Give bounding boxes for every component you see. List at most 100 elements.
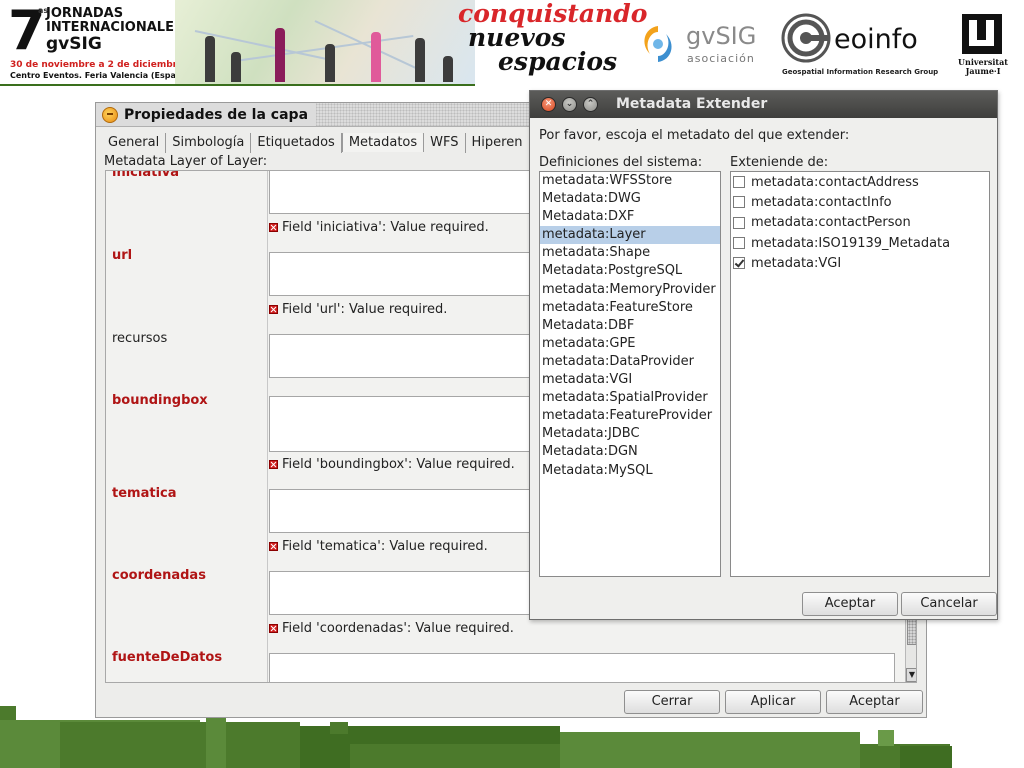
tab-metadatos[interactable]: Metadatos <box>341 133 425 152</box>
system-item-memoryprovider[interactable]: metadata:MemoryProvider <box>540 281 720 299</box>
accept-button[interactable]: Aceptar <box>826 690 923 714</box>
scrollbar-thumb[interactable] <box>907 619 916 645</box>
system-item-gpe[interactable]: metadata:GPE <box>540 335 720 353</box>
metadata-extender-dialog: ✕ ⌄ ⌃ Metadata Extender Por favor, escoj… <box>529 90 998 620</box>
system-item-featurestore[interactable]: metadata:FeatureStore <box>540 299 720 317</box>
tab-general[interactable]: General <box>102 133 167 153</box>
checkbox[interactable] <box>733 196 745 209</box>
metadata-caption: Metadata Layer of Layer: <box>104 154 268 169</box>
gvsig-swirl-icon <box>644 26 672 62</box>
banner-rule <box>0 84 475 86</box>
close-icon[interactable]: ✕ <box>541 97 556 112</box>
dialog-title: Metadata Extender <box>616 96 768 112</box>
error-icon <box>269 223 278 232</box>
uji-logo-line2: Jaume·I <box>965 66 1001 76</box>
field-error-url: Field 'url': Value required. <box>269 302 447 317</box>
checkbox-checked[interactable] <box>733 257 745 270</box>
error-icon <box>269 460 278 469</box>
conference-title-line3: gvSIG <box>46 34 102 54</box>
properties-tabs: General Simbología Etiquetados Metadatos… <box>102 133 532 153</box>
field-label-recursos: recursos <box>112 331 168 346</box>
system-item-dataprovider[interactable]: metadata:DataProvider <box>540 353 720 371</box>
conference-title-line1: JORNADAS <box>46 6 124 21</box>
properties-title: Propiedades de la capa <box>124 106 309 123</box>
geoinfo-logo-sub: Geospatial Information Research Group <box>782 68 939 76</box>
system-item-postgresql[interactable]: Metadata:PostgreSQL <box>540 262 720 280</box>
system-item-vgi[interactable]: metadata:VGI <box>540 371 720 389</box>
field-label-coordenadas: coordenadas <box>112 568 206 583</box>
maximize-icon[interactable]: ⌃ <box>583 97 598 112</box>
error-icon <box>269 305 278 314</box>
field-error-coordenadas-text: Field 'coordenadas': Value required. <box>282 621 514 636</box>
system-item-wfsstore[interactable]: metadata:WFSStore <box>540 172 720 190</box>
tab-wfs[interactable]: WFS <box>424 133 466 153</box>
conference-banner: 7 as JORNADAS INTERNACIONALES gvSIG 30 d… <box>0 0 1024 86</box>
system-item-jdbc[interactable]: Metadata:JDBC <box>540 425 720 443</box>
gvsig-logo-sub: asociación <box>687 52 755 65</box>
field-label-boundingbox: boundingbox <box>112 393 208 408</box>
field-error-boundingbox-text: Field 'boundingbox': Value required. <box>282 457 515 472</box>
extend-item-label: metadata:ISO19139_Metadata <box>751 235 951 251</box>
app-icon <box>102 106 118 123</box>
field-label-url: url <box>112 248 133 263</box>
system-item-layer[interactable]: metadata:Layer <box>540 226 720 245</box>
dialog-titlebar[interactable]: ✕ ⌄ ⌃ Metadata Extender <box>530 91 997 118</box>
cancel-button[interactable]: Cancelar <box>901 592 997 616</box>
geoinfo-g-icon <box>781 13 831 63</box>
system-definitions-list[interactable]: metadata:WFSStore Metadata:DWG Metadata:… <box>539 171 721 577</box>
apply-button[interactable]: Aplicar <box>725 690 821 714</box>
field-error-iniciativa-text: Field 'iniciativa': Value required. <box>282 220 489 235</box>
minimize-icon[interactable]: ⌄ <box>562 97 577 112</box>
dialog-prompt: Por favor, escoja el metadato del que ex… <box>539 128 850 143</box>
system-item-dwg[interactable]: Metadata:DWG <box>540 190 720 208</box>
conference-title: JORNADAS INTERNACIONALES gvSIG <box>46 7 183 54</box>
uji-logo-text: Universitat Jaume·I <box>950 58 1016 76</box>
system-definitions-label: Definiciones del sistema: <box>539 155 703 170</box>
tab-hiperenlace[interactable]: Hiperen <box>466 133 529 153</box>
field-label-iniciativa: iniciativa <box>112 170 180 180</box>
conference-title-line2: INTERNACIONALES <box>46 20 184 35</box>
error-icon <box>269 624 278 633</box>
extend-item-vgi[interactable]: metadata:VGI <box>731 253 989 273</box>
accept-button[interactable]: Aceptar <box>802 592 898 616</box>
system-item-spatialprovider[interactable]: metadata:SpatialProvider <box>540 389 720 407</box>
scroll-down-arrow-icon[interactable]: ▼ <box>906 668 916 682</box>
extend-item-contactinfo[interactable]: metadata:contactInfo <box>731 192 989 212</box>
system-item-dgn[interactable]: Metadata:DGN <box>540 443 720 461</box>
extend-item-label: metadata:contactPerson <box>751 215 911 231</box>
field-error-iniciativa: Field 'iniciativa': Value required. <box>269 220 489 235</box>
system-item-featureprovider[interactable]: metadata:FeatureProvider <box>540 407 720 425</box>
banner-slogan: conquistando nuevos espacios <box>458 1 647 74</box>
extend-item-contactperson[interactable]: metadata:contactPerson <box>731 213 989 233</box>
field-label-tematica: tematica <box>112 486 177 501</box>
gvsig-logo-text: gvSIG <box>686 22 757 50</box>
tab-simbologia[interactable]: Simbología <box>166 133 252 153</box>
fuentededatos-field[interactable] <box>269 653 895 682</box>
extend-item-iso19139[interactable]: metadata:ISO19139_Metadata <box>731 233 989 253</box>
system-item-shape[interactable]: metadata:Shape <box>540 244 720 262</box>
checkbox[interactable] <box>733 237 745 250</box>
extend-item-label: metadata:contactAddress <box>751 174 919 190</box>
extend-item-contactaddress[interactable]: metadata:contactAddress <box>731 172 989 192</box>
error-icon <box>269 542 278 551</box>
field-label-fuentededatos: fuenteDeDatos <box>112 650 223 665</box>
extend-item-label: metadata:contactInfo <box>751 194 892 210</box>
field-error-tematica-text: Field 'tematica': Value required. <box>282 539 488 554</box>
system-item-dbf[interactable]: Metadata:DBF <box>540 317 720 335</box>
close-button[interactable]: Cerrar <box>624 690 720 714</box>
checkbox[interactable] <box>733 176 745 189</box>
banner-photo-collage <box>175 0 475 86</box>
uji-crest-icon <box>962 14 1002 54</box>
conference-venue: Centro Eventos. Feria Valencia (España) <box>10 71 191 80</box>
field-error-url-text: Field 'url': Value required. <box>282 302 448 317</box>
field-error-tematica: Field 'tematica': Value required. <box>269 539 488 554</box>
field-error-coordenadas: Field 'coordenadas': Value required. <box>269 621 514 636</box>
extends-from-label: Exteniende de: <box>730 155 829 170</box>
system-item-dxf[interactable]: Metadata:DXF <box>540 208 720 226</box>
system-item-mysql[interactable]: Metadata:MySQL <box>540 462 720 480</box>
extends-from-list: metadata:contactAddress metadata:contact… <box>730 171 990 577</box>
checkbox[interactable] <box>733 216 745 229</box>
extend-item-label: metadata:VGI <box>751 255 842 271</box>
geoinfo-logo-text: eoinfo <box>834 24 918 55</box>
tab-etiquetados[interactable]: Etiquetados <box>251 133 342 153</box>
